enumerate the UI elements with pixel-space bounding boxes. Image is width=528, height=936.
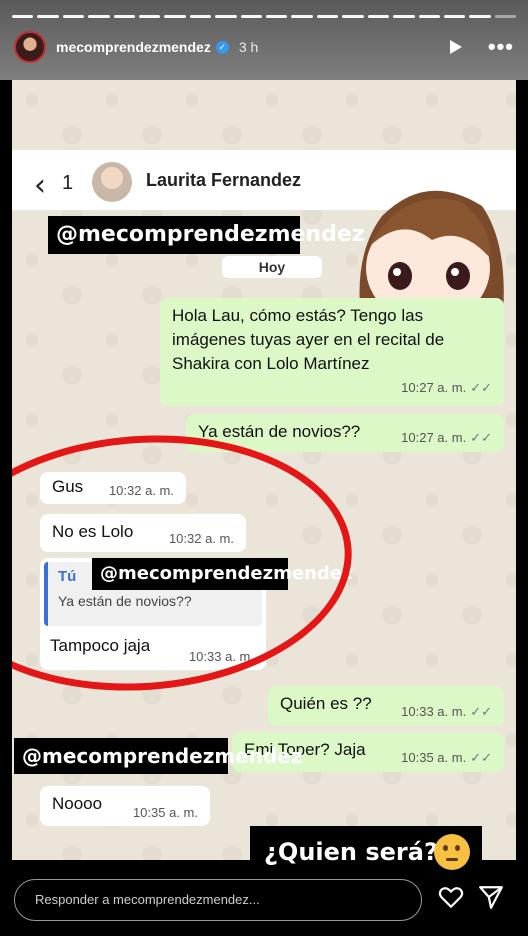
unread-count: 1 <box>62 172 74 194</box>
verified-badge-icon: ✓ <box>215 40 229 54</box>
message-time: 10:33 a. m. <box>188 649 254 664</box>
avatar[interactable] <box>14 31 46 63</box>
progress-segment <box>189 15 212 18</box>
contact-avatar <box>92 162 132 202</box>
progress-segment <box>418 15 440 18</box>
progress-segment <box>342 15 364 18</box>
message-time: 10:33 a. m. ✓✓ <box>401 704 492 719</box>
progress-segment <box>37 15 59 18</box>
message-text: Hola Lau, cómo estás? Tengo las imágenes… <box>172 306 445 373</box>
message-bubble-incoming: No es Lolo 10:32 a. m. <box>40 514 246 552</box>
message-text: No es Lolo <box>52 522 134 541</box>
progress-segment <box>164 15 186 18</box>
story-username[interactable]: mecomprendezmendez <box>56 39 211 55</box>
progress-segment <box>240 15 263 18</box>
back-arrow-icon: ‹ <box>34 168 46 203</box>
progress-segment <box>266 15 288 18</box>
message-bubble-outgoing: Quién es ?? 10:33 a. m. ✓✓ <box>268 686 504 726</box>
progress-segment <box>62 15 85 18</box>
message-text: Gus <box>52 477 84 496</box>
message-bubble-incoming: Gus 10:32 a. m. <box>40 472 186 504</box>
contact-name: Laurita Fernandez <box>146 170 302 190</box>
progress-segment <box>88 15 110 18</box>
story-viewer: mecomprendezmendez ✓ 3 h ••• ‹ 1 Laurita… <box>0 0 528 936</box>
watermark: @mecomprendezmendez <box>48 216 365 254</box>
message-bubble-incoming: Noooo 10:35 a. m. <box>40 786 210 826</box>
read-ticks-icon: ✓✓ <box>470 750 492 765</box>
watermark: @mecomprendezmendez <box>14 738 303 774</box>
message-time: 10:32 a. m. <box>108 483 174 498</box>
watermark: @mecomprendezmendez <box>92 558 352 590</box>
read-ticks-icon: ✓✓ <box>470 704 492 719</box>
story-time-ago: 3 h <box>238 39 259 55</box>
message-time: 10:27 a. m. ✓✓ <box>401 430 492 445</box>
play-icon[interactable] <box>449 40 462 54</box>
message-text: Quién es ?? <box>280 694 372 713</box>
read-ticks-icon: ✓✓ <box>470 380 492 395</box>
progress-segment <box>113 15 136 18</box>
chat-screenshot: ‹ 1 Laurita Fernandez @mecomprendezmende… <box>12 80 516 860</box>
progress-segment <box>316 15 339 18</box>
thinking-face-icon <box>434 834 470 870</box>
message-time: 10:35 a. m. <box>132 805 198 820</box>
progress-segment <box>393 15 415 18</box>
message-time: 10:27 a. m. ✓✓ <box>401 380 492 395</box>
progress-segment <box>367 15 390 18</box>
message-text: Noooo <box>52 794 103 813</box>
progress-segment <box>443 15 466 18</box>
message-bubble-outgoing: Ya están de novios?? 10:27 a. m. ✓✓ <box>186 414 504 452</box>
heart-icon[interactable] <box>438 884 464 910</box>
day-divider: Hoy <box>222 256 322 278</box>
progress-segment <box>215 15 237 18</box>
progress-segment <box>12 15 34 18</box>
progress-segment <box>291 15 313 18</box>
story-progress-bar <box>12 15 517 18</box>
progress-segment <box>469 15 491 18</box>
message-text: Ya están de novios?? <box>198 422 361 441</box>
message-time: 10:32 a. m. <box>168 531 234 546</box>
story-header: mecomprendezmendez ✓ 3 h ••• <box>14 30 514 64</box>
quote-text: Ya están de novios?? <box>58 593 192 609</box>
more-options-icon[interactable]: ••• <box>488 36 514 58</box>
progress-segment <box>494 15 517 18</box>
message-time: 10:35 a. m. ✓✓ <box>401 750 492 765</box>
progress-segment <box>139 15 161 18</box>
message-bubble-outgoing: Hola Lau, cómo estás? Tengo las imágenes… <box>160 298 504 406</box>
send-icon[interactable] <box>478 884 504 910</box>
reply-input[interactable]: Responder a mecomprendezmendez... <box>14 879 422 921</box>
read-ticks-icon: ✓✓ <box>470 430 492 445</box>
caption-text: ¿Quien será? <box>264 838 438 866</box>
